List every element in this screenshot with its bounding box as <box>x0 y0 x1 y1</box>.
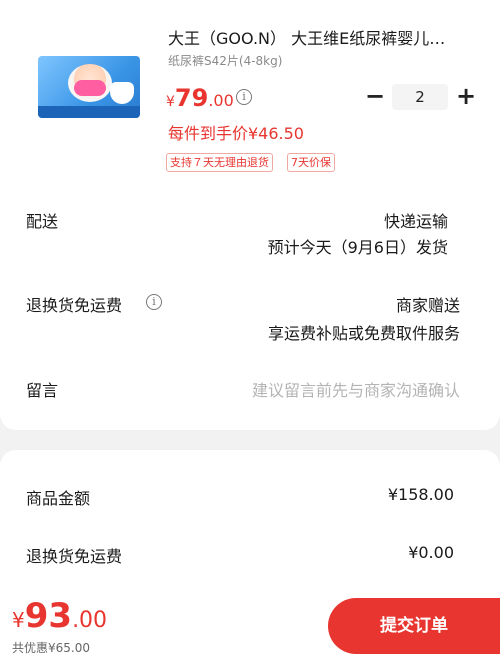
total-integer: 93 <box>24 596 73 636</box>
discount-text: 共优惠¥65.00 <box>12 641 90 655</box>
product-price: ¥79.00 <box>166 84 234 112</box>
summary-label: 商品金额 <box>26 489 91 508</box>
submit-order-button[interactable]: 提交订单 <box>328 598 500 654</box>
quantity-decrease-button[interactable]: − <box>364 84 386 110</box>
return-shipping-detail: 享运费补贴或免费取件服务 <box>267 324 460 343</box>
price-integer: 79 <box>174 84 209 112</box>
return-policy-tag: 支持７天无理由退货 <box>166 153 273 172</box>
price-decimal: .00 <box>208 91 234 110</box>
total-price: ¥93.00 <box>12 596 107 636</box>
quantity-increase-button[interactable]: + <box>454 84 478 110</box>
product-image[interactable] <box>38 56 140 118</box>
product-spec[interactable]: 纸尿裤S42片(4-8kg) <box>168 52 282 69</box>
diaper-graphic <box>110 82 134 104</box>
brand-logo <box>74 80 106 96</box>
summary-label: 退换货免运费 <box>26 547 123 566</box>
delivery-method[interactable]: 快递运输 <box>384 208 448 232</box>
price-currency: ¥ <box>166 94 175 110</box>
return-shipping-value: 商家赠送 <box>395 296 460 315</box>
summary-value: ¥0.00 <box>408 543 454 562</box>
delivery-label: 配送 <box>26 212 59 231</box>
per-item-price: 每件到手价¥46.50 <box>168 124 304 143</box>
total-currency: ¥ <box>12 608 25 632</box>
price-summary-card <box>0 450 500 610</box>
message-input[interactable]: 建议留言前先与商家沟通确认 <box>252 377 460 401</box>
return-shipping-label: 退换货免运费 <box>26 296 123 315</box>
quantity-input[interactable]: 2 <box>392 84 448 110</box>
total-decimal: .00 <box>72 608 108 633</box>
delivery-estimate: 预计今天（9月6日）发货 <box>267 238 448 257</box>
info-icon[interactable]: i <box>236 89 252 105</box>
info-icon[interactable]: i <box>146 294 162 310</box>
product-title[interactable]: 大王（GOO.N） 大王维E纸尿裤婴儿… <box>168 28 468 50</box>
summary-value: ¥158.00 <box>387 485 454 504</box>
message-label: 留言 <box>26 381 59 400</box>
price-protection-tag: 7天价保 <box>287 153 335 172</box>
package-stripe <box>38 106 140 118</box>
